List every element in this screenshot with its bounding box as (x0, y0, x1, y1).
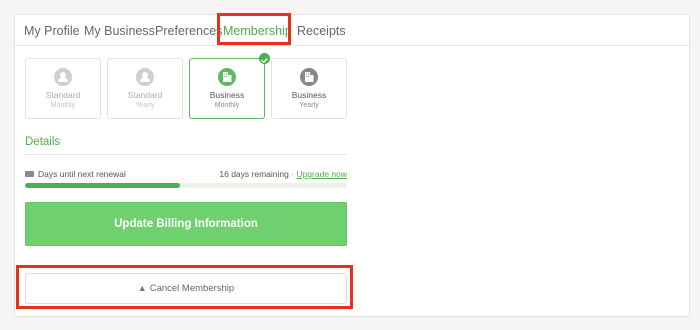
tab-my-profile[interactable]: My Profile (24, 24, 80, 38)
days-remaining: 16 days remaining (219, 169, 289, 179)
building-icon (300, 68, 318, 86)
plan-standard-yearly[interactable]: Standard Yearly (107, 58, 183, 119)
renewal-progress-fill (25, 183, 180, 188)
renewal-label: Days until next renewal (38, 169, 126, 179)
warning-icon: ▲ (137, 283, 147, 293)
renewal-label-row: Days until next renewal (25, 169, 126, 179)
divider (25, 154, 347, 155)
plan-period: Yearly (299, 102, 319, 109)
upgrade-now-link[interactable]: Upgrade now (296, 169, 347, 179)
settings-card: My Profile My Business Preferences Membe… (14, 14, 690, 317)
details-heading: Details (25, 136, 61, 148)
plan-name: Standard (45, 90, 81, 100)
plan-period: Yearly (135, 102, 155, 109)
settings-tabs: My Profile My Business Preferences Membe… (15, 15, 689, 46)
tab-my-business[interactable]: My Business (84, 24, 155, 38)
cancel-membership-label: Cancel Membership (149, 283, 235, 294)
plan-business-monthly[interactable]: Business Monthly (189, 58, 265, 119)
credit-card-icon (25, 171, 34, 177)
renewal-progress-bar (25, 183, 347, 188)
plan-period: Monthly (214, 102, 240, 109)
plan-name: Standard (127, 90, 163, 100)
renewal-status: 16 days remaining · Upgrade now (219, 169, 347, 179)
selected-check-icon (259, 53, 270, 64)
tab-preferences[interactable]: Preferences (155, 24, 222, 38)
cancel-membership-button[interactable]: ▲ Cancel Membership (25, 273, 347, 304)
building-icon (218, 68, 236, 86)
plan-period: Monthly (50, 102, 76, 109)
person-icon (136, 68, 154, 86)
person-icon (54, 68, 72, 86)
separator: · (291, 169, 295, 179)
plan-name: Business (209, 90, 245, 100)
tab-receipts[interactable]: Receipts (297, 24, 346, 38)
plan-standard-monthly[interactable]: Standard Monthly (25, 58, 101, 119)
update-billing-button[interactable]: Update Billing Information (25, 202, 347, 246)
tab-membership[interactable]: Membership (223, 24, 292, 38)
plan-name: Business (291, 90, 327, 100)
plan-business-yearly[interactable]: Business Yearly (271, 58, 347, 119)
